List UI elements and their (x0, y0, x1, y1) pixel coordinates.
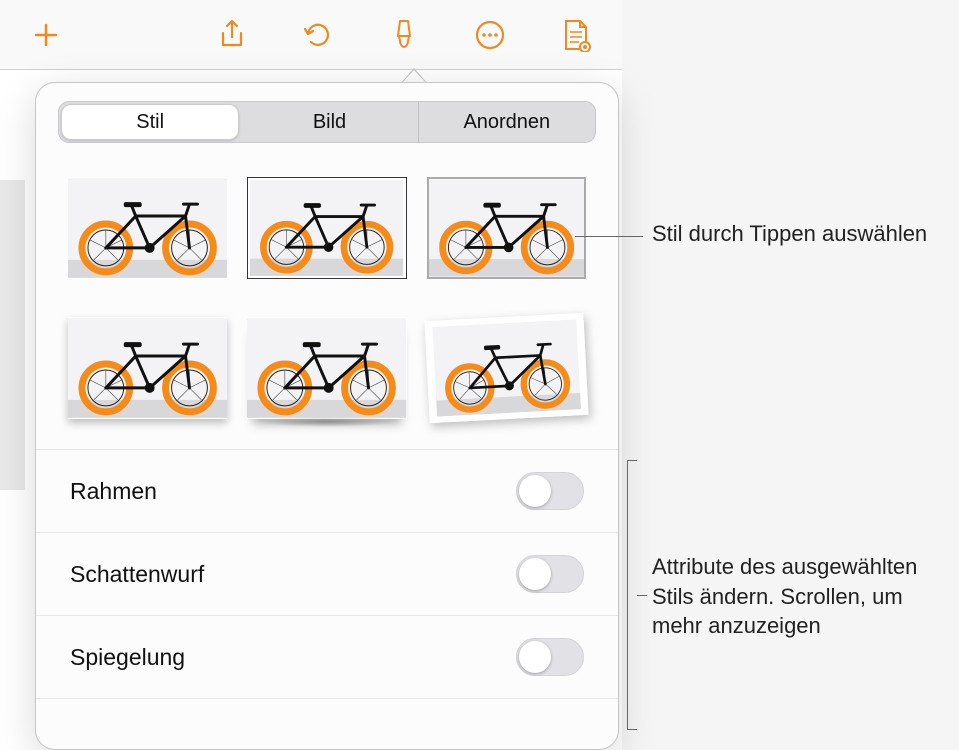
document-icon[interactable] (556, 15, 596, 55)
format-popover: Stil Bild Anordnen Rahmen Schattenwurf S… (35, 82, 619, 750)
more-icon[interactable] (470, 15, 510, 55)
callout-line (637, 595, 647, 596)
toggle-frame[interactable] (516, 472, 584, 510)
style-preset-6[interactable] (427, 317, 586, 419)
add-icon[interactable] (26, 15, 66, 55)
toggle-reflection[interactable] (516, 638, 584, 676)
app-window: Stil Bild Anordnen Rahmen Schattenwurf S… (0, 0, 622, 750)
callout-attributes: Attribute des ausgewählten Stils ändern.… (652, 552, 942, 641)
tab-arrange[interactable]: Anordnen (419, 102, 595, 142)
toggle-shadow[interactable] (516, 555, 584, 593)
undo-icon[interactable] (298, 15, 338, 55)
callout-line (575, 236, 643, 237)
option-row-frame: Rahmen (36, 450, 618, 533)
style-options: Rahmen Schattenwurf Spiegelung (36, 449, 618, 699)
tab-style[interactable]: Stil (61, 104, 239, 140)
style-preset-4[interactable] (68, 317, 227, 419)
option-row-shadow: Schattenwurf (36, 533, 618, 616)
option-label-shadow: Schattenwurf (70, 561, 204, 588)
style-preset-2[interactable] (247, 177, 406, 279)
style-preset-3[interactable] (427, 177, 586, 279)
callout-style-select: Stil durch Tippen auswählen (652, 219, 942, 249)
style-preset-1[interactable] (68, 177, 227, 279)
style-grid (36, 157, 618, 449)
option-label-frame: Rahmen (70, 478, 157, 505)
tab-image[interactable]: Bild (241, 102, 418, 142)
segmented-control: Stil Bild Anordnen (58, 101, 596, 143)
style-preset-5[interactable] (247, 317, 406, 419)
toolbar (0, 0, 622, 70)
callout-bracket (627, 460, 637, 730)
share-icon[interactable] (212, 15, 252, 55)
option-label-reflection: Spiegelung (70, 644, 185, 671)
brush-icon[interactable] (384, 15, 424, 55)
option-row-reflection: Spiegelung (36, 616, 618, 699)
